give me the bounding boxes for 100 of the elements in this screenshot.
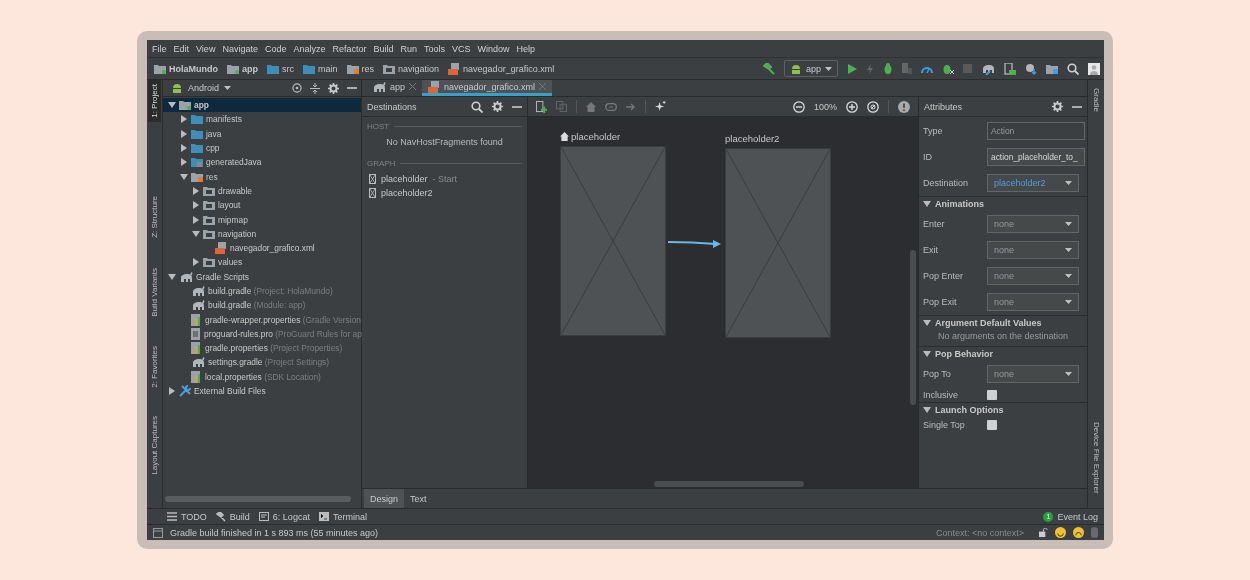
expand-arrow-icon[interactable] [180,158,188,167]
scrollbar[interactable] [165,496,351,502]
tree-row[interactable]: gradle.properties (Project Properties) [163,341,361,356]
menu-item[interactable]: Navigate [222,43,258,54]
settings-icon[interactable] [492,101,503,112]
menu-item[interactable]: Run [400,43,417,54]
tree-row[interactable]: values [163,255,361,270]
project-view-dropdown[interactable]: Android [171,82,232,94]
menu-item[interactable]: VCS [452,43,471,54]
tree-row[interactable]: Gradle Scripts [163,269,361,284]
tool-window-tab[interactable]: Device File Explorer [1089,420,1103,496]
breadcrumb[interactable]: res [346,63,375,74]
tool-window-button[interactable]: 6: Logcat [258,511,310,522]
breadcrumb[interactable]: HolaMundo [154,63,218,74]
breadcrumb[interactable]: navegador_grafico.xml [448,62,555,75]
graph-canvas[interactable]: placeholder placeholder2 [528,117,918,488]
editor-tab[interactable]: app [366,80,423,96]
tree-row[interactable]: navegador_grafico.xml [163,240,361,256]
breadcrumb[interactable]: app [227,63,258,74]
settings-icon[interactable] [1052,101,1063,112]
editor-mode-tab[interactable]: Design [364,489,404,508]
menu-item[interactable]: Window [477,43,510,54]
target-icon[interactable] [292,83,302,93]
tool-window-tab[interactable]: Z: Structure [148,191,161,242]
collapse-arrow-icon[interactable] [180,172,188,181]
tool-window-button[interactable]: Build [215,511,250,522]
menu-item[interactable]: Edit [173,43,190,54]
menu-item[interactable]: Refactor [332,43,367,54]
bug-icon[interactable] [942,63,954,74]
run-config-dropdown[interactable]: app [783,60,838,77]
tool-window-tab[interactable]: Build Variants [148,263,161,321]
sparkle-icon[interactable] [655,101,666,112]
collapse-all-icon[interactable] [310,82,320,94]
gauge-icon[interactable] [921,64,933,73]
package-download-icon[interactable] [1025,62,1037,75]
checkbox[interactable] [987,389,997,400]
fit-screen-icon[interactable] [867,100,879,113]
collapse-arrow-icon[interactable] [923,319,931,327]
expand-arrow-icon[interactable] [168,387,176,396]
collapse-arrow-icon[interactable] [192,229,200,238]
settings-icon[interactable] [328,82,339,94]
warning-icon[interactable] [898,100,910,113]
tool-window-tab[interactable]: 2: Favorites [148,342,161,393]
section-header[interactable]: Animations [919,196,1087,211]
gradle-sync-icon[interactable] [981,62,995,75]
checkbox[interactable] [987,419,997,430]
action-arrow[interactable] [667,239,722,249]
section-header[interactable]: Launch Options [919,402,1087,417]
lock-icon[interactable] [1039,528,1048,537]
bug-icon[interactable] [883,63,893,74]
collapse-arrow-icon[interactable] [923,200,931,208]
tree-row[interactable]: manifests [163,112,361,127]
panel-toggle-icon[interactable] [153,527,163,538]
folder-icon[interactable] [1046,63,1058,74]
collapse-arrow-icon[interactable] [168,101,176,110]
text-field[interactable]: action_placeholder_to_ [987,148,1085,166]
zoom-in-icon[interactable] [846,100,858,113]
collapse-arrow-icon[interactable] [923,406,931,414]
tree-row[interactable]: layout [163,198,361,213]
expand-arrow-icon[interactable] [192,258,200,267]
menu-item[interactable]: Tools [424,43,446,54]
tree-row[interactable]: cpp [163,140,361,156]
collapse-arrow-icon[interactable] [923,350,931,358]
breadcrumb[interactable]: main [303,63,338,74]
editor-tab[interactable]: navegador_grafico.xml [422,80,553,96]
expand-arrow-icon[interactable] [180,129,188,138]
tool-window-tab[interactable]: Gradle [1089,86,1103,114]
expand-arrow-icon[interactable] [180,115,188,124]
tree-row[interactable]: res [163,169,361,184]
tree-row[interactable]: generatedJava [163,155,361,170]
tool-window-button[interactable]: TODO [167,511,207,522]
editor-mode-tab[interactable]: Text [404,489,433,508]
expand-arrow-icon[interactable] [192,215,200,224]
tree-row[interactable]: mipmap [163,212,361,227]
tree-row[interactable]: navigation [163,226,361,241]
menu-item[interactable]: Code [264,43,287,54]
tree-row[interactable]: java [163,126,361,141]
scrollbar[interactable] [910,250,916,405]
smiley-icon[interactable] [1055,527,1066,538]
destination-item[interactable]: placeholder2 [362,186,527,200]
zoom-out-icon[interactable] [792,100,805,113]
run-icon[interactable] [847,63,857,74]
tree-row[interactable]: External Build Files [163,383,361,399]
new-destination-icon[interactable] [536,100,547,113]
avatar-icon[interactable] [1088,62,1100,75]
section-header[interactable]: Argument Default Values [919,315,1087,330]
breadcrumb[interactable]: navigation [383,63,440,74]
destination-item[interactable]: placeholder - Start [362,172,527,186]
collapse-arrow-icon[interactable] [168,272,176,281]
section-header[interactable]: Pop Behavior [919,346,1087,361]
tree-row[interactable]: drawable [163,183,361,199]
search-icon[interactable] [1067,62,1079,75]
sad-face-icon[interactable] [1073,527,1084,538]
menu-item[interactable]: Help [516,43,536,54]
tree-row[interactable]: app [163,98,361,113]
breadcrumb[interactable]: src [267,63,294,74]
tool-window-tab[interactable]: 1: Project [148,80,161,122]
scrollbar[interactable] [654,481,804,487]
menu-item[interactable]: View [196,43,216,54]
expand-arrow-icon[interactable] [192,186,200,195]
